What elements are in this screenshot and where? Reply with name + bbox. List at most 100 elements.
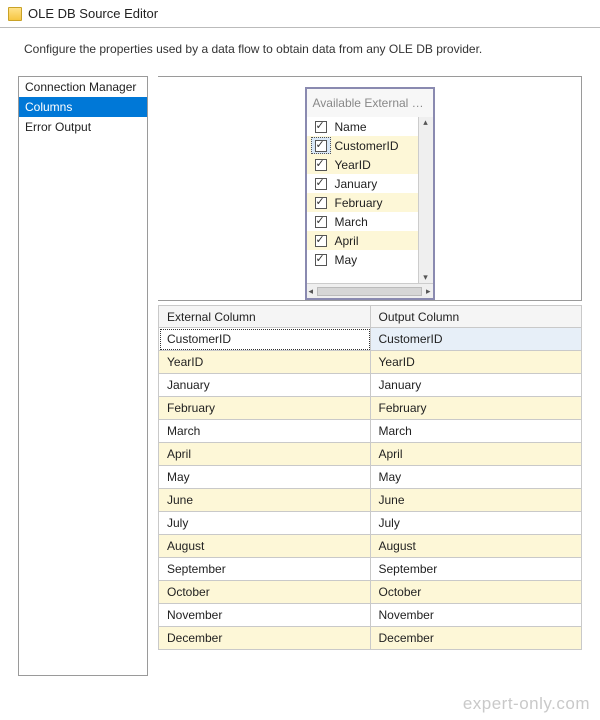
available-column-row[interactable]: YearID [307, 155, 433, 174]
available-column-label: Name [331, 120, 429, 134]
available-columns-list[interactable]: Name CustomerID YearID January February March… [307, 117, 433, 283]
description-text: Configure the properties used by a data … [0, 28, 600, 76]
body: Connection ManagerColumnsError Output Av… [0, 76, 600, 676]
header-external-column[interactable]: External Column [159, 305, 371, 328]
output-column-cell[interactable]: December [371, 627, 583, 650]
output-column-cell[interactable]: August [371, 535, 583, 558]
checkbox-icon[interactable] [315, 140, 327, 152]
nav-item-connection-manager[interactable]: Connection Manager [19, 77, 147, 97]
checkbox-wrap[interactable] [311, 175, 331, 192]
external-column-cell[interactable]: June [159, 489, 371, 512]
available-column-label: February [331, 196, 429, 210]
external-column-cell[interactable]: October [159, 581, 371, 604]
scroll-down-icon[interactable]: ▾ [423, 272, 428, 283]
table-row[interactable]: JuneJune [158, 489, 582, 512]
window-title: OLE DB Source Editor [28, 6, 158, 21]
checkbox-icon[interactable] [315, 178, 327, 190]
output-column-cell[interactable]: June [371, 489, 583, 512]
output-column-cell[interactable]: CustomerID [371, 328, 583, 351]
checkbox-icon[interactable] [315, 121, 327, 133]
checkbox-icon[interactable] [315, 235, 327, 247]
header-output-column[interactable]: Output Column [371, 305, 583, 328]
column-mapping-table[interactable]: External Column Output Column CustomerID… [158, 305, 582, 650]
external-column-cell[interactable]: January [159, 374, 371, 397]
available-column-label: CustomerID [331, 139, 429, 153]
checkbox-wrap[interactable] [311, 137, 331, 154]
checkbox-wrap[interactable] [311, 194, 331, 211]
available-column-row[interactable]: January [307, 174, 433, 193]
output-column-cell[interactable]: October [371, 581, 583, 604]
checkbox-icon[interactable] [315, 159, 327, 171]
output-column-cell[interactable]: April [371, 443, 583, 466]
external-column-cell[interactable]: April [159, 443, 371, 466]
table-row[interactable]: YearIDYearID [158, 351, 582, 374]
available-column-row[interactable]: March [307, 212, 433, 231]
available-column-label: April [331, 234, 429, 248]
external-column-cell[interactable]: September [159, 558, 371, 581]
output-column-cell[interactable]: May [371, 466, 583, 489]
checkbox-wrap[interactable] [311, 156, 331, 173]
table-row[interactable]: MayMay [158, 466, 582, 489]
checkbox-wrap[interactable] [311, 213, 331, 230]
external-column-cell[interactable]: May [159, 466, 371, 489]
scroll-left-icon[interactable]: ◂ [309, 286, 314, 297]
available-column-row[interactable]: February [307, 193, 433, 212]
table-row[interactable]: AugustAugust [158, 535, 582, 558]
scrollbar-horizontal[interactable]: ◂ ▸ [307, 283, 433, 298]
output-column-cell[interactable]: January [371, 374, 583, 397]
table-row[interactable]: DecemberDecember [158, 627, 582, 650]
checkbox-icon[interactable] [315, 254, 327, 266]
scroll-track[interactable] [317, 287, 422, 296]
checkbox-icon[interactable] [315, 197, 327, 209]
table-row[interactable]: OctoberOctober [158, 581, 582, 604]
table-row[interactable]: SeptemberSeptember [158, 558, 582, 581]
scroll-right-icon[interactable]: ▸ [426, 286, 431, 297]
nav-item-error-output[interactable]: Error Output [19, 117, 147, 137]
external-column-cell[interactable]: August [159, 535, 371, 558]
checkbox-icon[interactable] [315, 216, 327, 228]
output-column-cell[interactable]: March [371, 420, 583, 443]
nav-panel: Connection ManagerColumnsError Output [18, 76, 148, 676]
table-row[interactable]: AprilApril [158, 443, 582, 466]
available-column-label: May [331, 253, 429, 267]
table-row[interactable]: FebruaryFebruary [158, 397, 582, 420]
available-columns-box[interactable]: Available External C... Name CustomerID Ye… [305, 87, 435, 300]
available-column-row[interactable]: CustomerID [307, 136, 433, 155]
table-header-row: External Column Output Column [158, 305, 582, 328]
available-column-label: YearID [331, 158, 429, 172]
nav-item-columns[interactable]: Columns [19, 97, 147, 117]
available-column-label: March [331, 215, 429, 229]
available-columns-header: Available External C... [307, 89, 433, 117]
checkbox-wrap[interactable] [311, 251, 331, 268]
table-row[interactable]: MarchMarch [158, 420, 582, 443]
external-column-cell[interactable]: February [159, 397, 371, 420]
main-panel: Available External C... NameCustomerIDYe… [158, 76, 582, 676]
checkbox-wrap[interactable] [311, 232, 331, 249]
available-column-row[interactable]: May [307, 250, 433, 269]
scrollbar-vertical[interactable]: ▴ ▾ [418, 117, 433, 283]
available-column-row[interactable]: Name [307, 117, 433, 136]
watermark: expert-only.com [463, 694, 590, 714]
table-row[interactable]: CustomerIDCustomerID [158, 328, 582, 351]
scroll-up-icon[interactable]: ▴ [423, 117, 428, 128]
available-column-row[interactable]: April [307, 231, 433, 250]
external-column-cell[interactable]: December [159, 627, 371, 650]
app-icon [8, 7, 22, 21]
external-column-cell[interactable]: CustomerID [159, 328, 371, 351]
table-row[interactable]: JanuaryJanuary [158, 374, 582, 397]
table-row[interactable]: NovemberNovember [158, 604, 582, 627]
external-column-cell[interactable]: July [159, 512, 371, 535]
available-columns-frame: Available External C... Name CustomerID Ye… [158, 76, 582, 301]
external-column-cell[interactable]: YearID [159, 351, 371, 374]
output-column-cell[interactable]: YearID [371, 351, 583, 374]
external-column-cell[interactable]: March [159, 420, 371, 443]
titlebar: OLE DB Source Editor [0, 0, 600, 28]
available-column-label: January [331, 177, 429, 191]
output-column-cell[interactable]: September [371, 558, 583, 581]
output-column-cell[interactable]: February [371, 397, 583, 420]
external-column-cell[interactable]: November [159, 604, 371, 627]
output-column-cell[interactable]: November [371, 604, 583, 627]
output-column-cell[interactable]: July [371, 512, 583, 535]
checkbox-wrap[interactable] [311, 118, 331, 135]
table-row[interactable]: JulyJuly [158, 512, 582, 535]
